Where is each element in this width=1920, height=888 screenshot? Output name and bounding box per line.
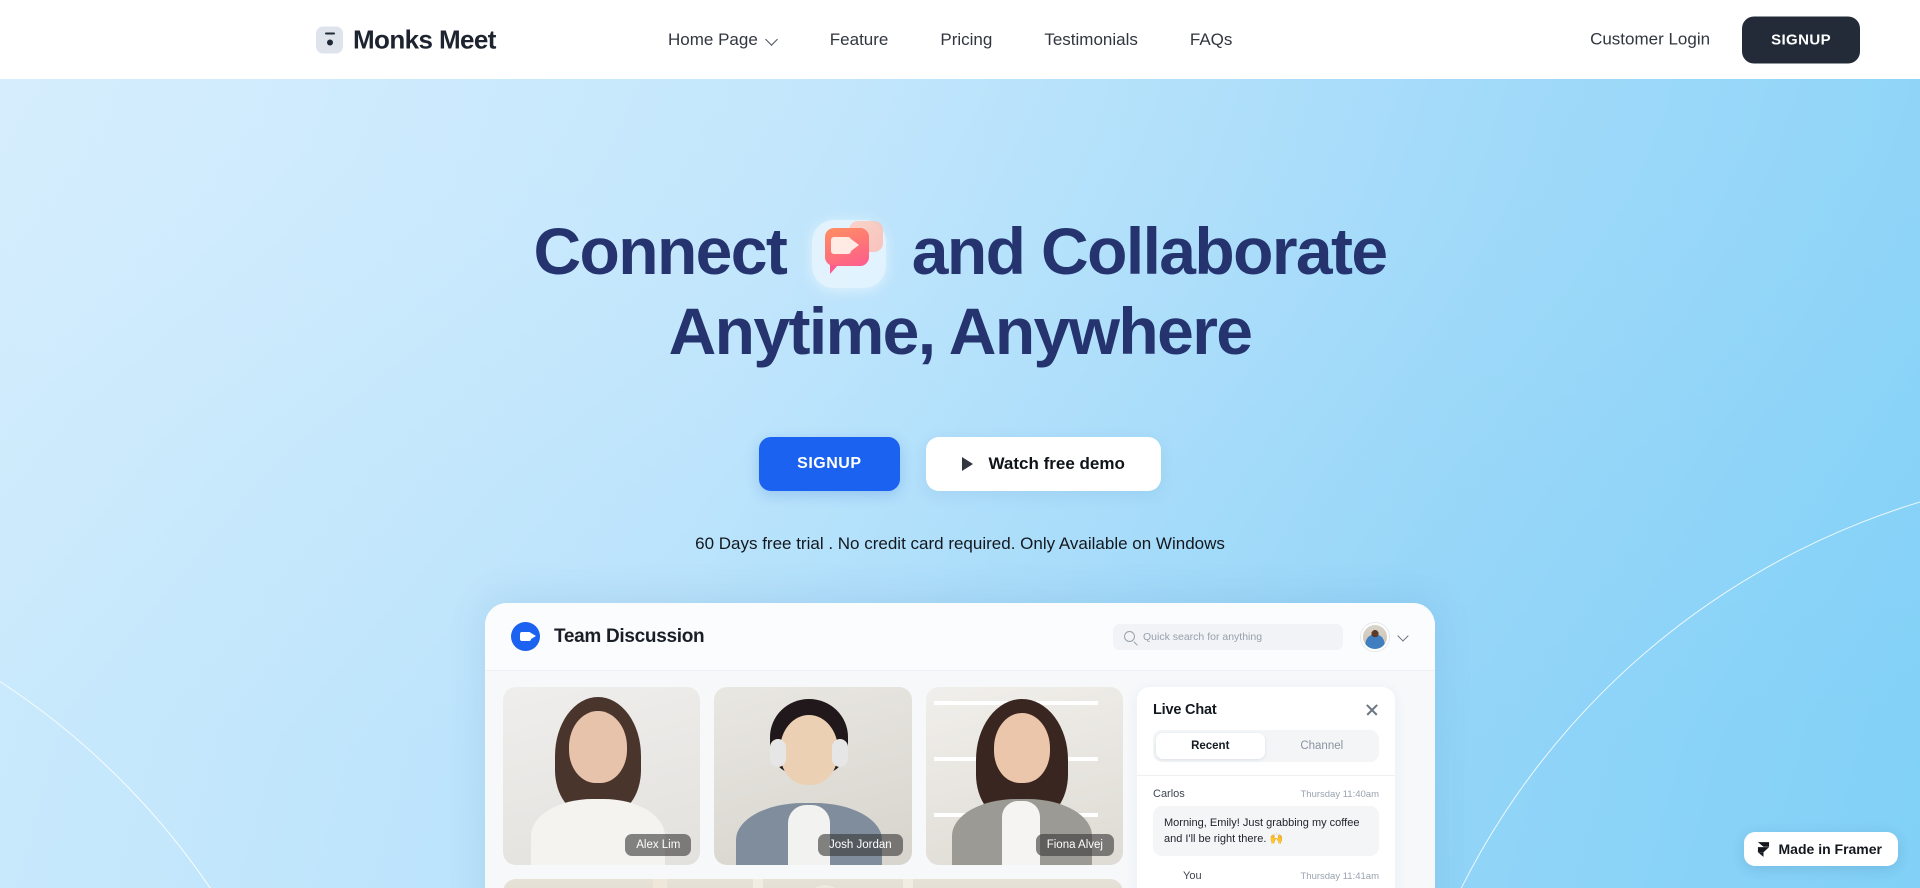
participant-tile[interactable]: Fiona Alvej (925, 687, 1123, 865)
nav-item-label: Feature (829, 29, 889, 49)
nav-item-faqs[interactable]: FAQs (1164, 30, 1259, 50)
app-header: Team Discussion Quick search for anythin… (485, 603, 1435, 671)
message-time: Thursday 11:40am (1300, 789, 1379, 800)
video-chat-bubble-icon (812, 220, 887, 288)
nav-item-testimonials[interactable]: Testimonials (1018, 30, 1164, 50)
message-author: Carlos (1153, 788, 1185, 800)
participant-tile[interactable]: Alex Lim (503, 687, 701, 865)
chat-header: Live Chat (1137, 687, 1395, 730)
app-title: Team Discussion (554, 625, 705, 647)
brand-logo-group[interactable]: Monks Meet (316, 24, 496, 55)
avatar[interactable] (1361, 622, 1389, 651)
search-input[interactable]: Quick search for anything (1113, 623, 1343, 650)
participant-tile-wide[interactable] (503, 879, 1123, 888)
chevron-down-icon[interactable] (1399, 632, 1409, 642)
live-chat-panel: Live Chat Recent Channel Carlos Thursday… (1137, 687, 1395, 888)
nav-item-label: Testimonials (1044, 29, 1138, 49)
tab-channel[interactable]: Channel (1268, 733, 1377, 759)
navbar-signup-button[interactable]: SIGNUP (1742, 16, 1860, 63)
framer-logo-icon (1757, 841, 1769, 857)
message-author: You (1183, 870, 1202, 882)
participant-tile[interactable]: Josh Jordan (714, 687, 912, 865)
nav-item-home-page[interactable]: Home Page (642, 30, 804, 50)
app-body: Alex Lim Josh Jordan Fiona Alvej Live Ch… (485, 671, 1435, 888)
message-time: Thursday 11:41am (1300, 871, 1379, 882)
framer-badge-label: Made in Framer (1778, 841, 1882, 857)
watch-free-demo-button[interactable]: Watch free demo (925, 437, 1161, 491)
nav-item-label: FAQs (1189, 29, 1233, 49)
headline-line-2: Anytime, Anywhere (668, 294, 1253, 368)
made-in-framer-badge[interactable]: Made in Framer (1743, 832, 1898, 866)
chat-tabs: Recent Channel (1153, 730, 1379, 762)
nav-links: Home Page Feature Pricing Testimonials F… (642, 30, 1258, 50)
brand-name: Monks Meet (353, 24, 496, 54)
close-icon[interactable] (1365, 703, 1379, 717)
hero-section: Connect and Collaborate Anytime, Anywher… (0, 79, 1920, 888)
nav-item-label: Pricing (940, 29, 993, 49)
nav-item-pricing[interactable]: Pricing (914, 30, 1018, 50)
play-icon (961, 457, 973, 471)
headline-part-2: and Collaborate (911, 214, 1388, 288)
chat-messages: Carlos Thursday 11:40am Morning, Emily! … (1137, 776, 1395, 888)
headline-part-1: Connect (533, 214, 787, 288)
message-meta: You Thursday 11:41am (1153, 870, 1379, 882)
hero-subnote: 60 Days free trial . No credit card requ… (695, 534, 1225, 553)
video-grid: Alex Lim Josh Jordan Fiona Alvej (503, 687, 1123, 888)
app-preview-window: Team Discussion Quick search for anythin… (485, 603, 1435, 888)
message-meta: Carlos Thursday 11:40am (1153, 788, 1379, 800)
participant-name: Alex Lim (625, 834, 692, 856)
hero-cta-row: SIGNUP Watch free demo (0, 437, 1920, 491)
nav-item-label: Home Page (668, 29, 758, 49)
nav-item-feature[interactable]: Feature (804, 30, 915, 50)
chevron-down-icon (767, 34, 778, 45)
camera-icon (316, 26, 343, 53)
nav-right-group: Customer Login SIGNUP (1590, 16, 1860, 63)
hero-signup-button[interactable]: SIGNUP (759, 437, 900, 491)
video-camera-icon (511, 622, 540, 651)
search-icon (1124, 631, 1135, 642)
page-title: Connect and Collaborate Anytime, Anywher… (0, 211, 1920, 371)
top-navigation-bar: Monks Meet Home Page Feature Pricing Tes… (0, 0, 1920, 79)
message-bubble-incoming: Morning, Emily! Just grabbing my coffee … (1153, 806, 1379, 856)
participant-name: Josh Jordan (818, 834, 903, 856)
search-placeholder: Quick search for anything (1143, 630, 1263, 643)
tab-recent[interactable]: Recent (1156, 733, 1265, 759)
watch-demo-label: Watch free demo (988, 454, 1125, 473)
chat-title: Live Chat (1153, 702, 1217, 718)
video-row-top: Alex Lim Josh Jordan Fiona Alvej (503, 687, 1123, 865)
participant-name: Fiona Alvej (1035, 834, 1114, 856)
customer-login-link[interactable]: Customer Login (1590, 30, 1710, 50)
